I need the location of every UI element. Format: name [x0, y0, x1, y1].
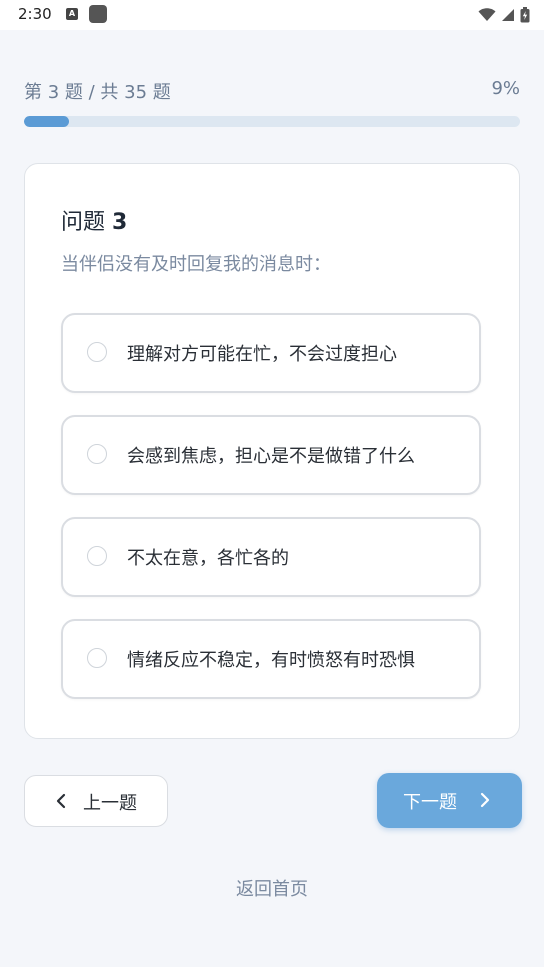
radio-circle-icon[interactable] [87, 342, 107, 362]
question-number: 3 [112, 210, 128, 235]
option-label: 不太在意，各忙各的 [127, 548, 289, 569]
status-bar: 2:30 A [0, 0, 544, 30]
question-title: 问题 3 [61, 204, 127, 236]
question-title-prefix: 问题 [61, 210, 106, 235]
next-question-label: 下一题 [403, 792, 457, 813]
wifi-icon [478, 8, 496, 21]
option-4[interactable]: 情绪反应不稳定，有时愤怒有时恐惧 [61, 619, 481, 699]
option-label: 理解对方可能在忙，不会过度担心 [127, 344, 397, 365]
a-notification-icon: A [66, 8, 78, 20]
progress-label: 第 3 题 / 共 35 题 [24, 82, 171, 103]
battery-icon [520, 7, 530, 23]
radio-circle-icon[interactable] [87, 444, 107, 464]
back-home-link[interactable]: 返回首页 [0, 875, 544, 901]
next-question-button[interactable]: 下一题 [377, 773, 522, 828]
question-card: 问题 3 当伴侣没有及时回复我的消息时： 理解对方可能在忙，不会过度担心 会感到… [24, 163, 520, 739]
question-text: 当伴侣没有及时回复我的消息时： [61, 254, 331, 275]
option-label: 会感到焦虑，担心是不是做错了什么 [127, 446, 415, 467]
radio-circle-icon[interactable] [87, 648, 107, 668]
option-label: 情绪反应不稳定，有时愤怒有时恐惧 [127, 650, 415, 671]
status-time: 2:30 [18, 5, 52, 23]
chevron-right-icon [480, 792, 490, 808]
signal-icon [502, 9, 514, 21]
progress-bar [24, 116, 520, 127]
progress-bar-fill [24, 116, 69, 127]
progress-percent: 9% [491, 78, 520, 99]
status-icons [478, 6, 530, 24]
prev-question-label: 上一题 [83, 793, 137, 814]
prev-question-button[interactable]: 上一题 [24, 775, 168, 827]
option-1[interactable]: 理解对方可能在忙，不会过度担心 [61, 313, 481, 393]
chevron-left-icon [56, 793, 66, 809]
app-notification-icon [89, 5, 107, 23]
option-2[interactable]: 会感到焦虑，担心是不是做错了什么 [61, 415, 481, 495]
option-3[interactable]: 不太在意，各忙各的 [61, 517, 481, 597]
radio-circle-icon[interactable] [87, 546, 107, 566]
